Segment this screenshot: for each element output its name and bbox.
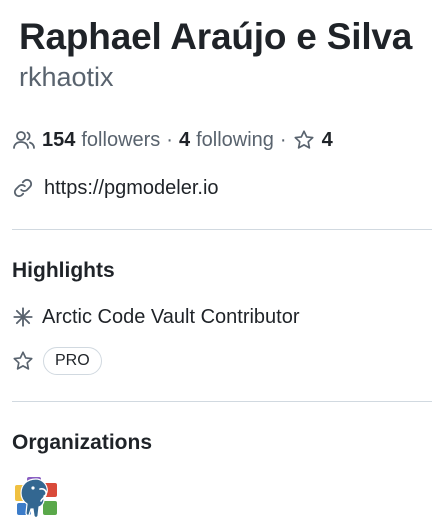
organizations-heading: Organizations	[12, 431, 153, 454]
pro-badge: PRO	[43, 347, 102, 375]
profile-sidebar: Raphael Araújo e Silva rkhaotix 154 foll…	[0, 0, 447, 531]
divider	[12, 229, 432, 230]
website-row: https://pgmodeler.io	[12, 174, 219, 202]
pro-row: PRO	[12, 346, 102, 376]
link-icon	[12, 177, 34, 199]
stars-link[interactable]: 4	[293, 129, 333, 152]
profile-username: rkhaotix	[19, 62, 114, 92]
highlights-heading: Highlights	[12, 259, 115, 282]
follow-stats: 154 followers · 4 following · 4	[12, 126, 333, 154]
arctic-vault-link[interactable]: Arctic Code Vault Contributor	[42, 306, 300, 329]
stars-count: 4	[321, 128, 333, 151]
followers-count: 154	[42, 128, 76, 151]
organization-avatar[interactable]	[13, 473, 59, 519]
followers-label: followers	[81, 128, 161, 151]
star-icon	[293, 129, 315, 151]
divider	[12, 401, 432, 402]
profile-name: Raphael Araújo e Silva	[19, 16, 413, 57]
highlight-item: Arctic Code Vault Contributor	[12, 303, 300, 331]
following-count: 4	[178, 128, 191, 151]
separator-dot: ·	[279, 128, 287, 151]
snowflake-icon	[12, 306, 34, 328]
pgmodeler-elephant-avatar	[15, 477, 57, 519]
following-label: following	[196, 128, 274, 151]
followers-link[interactable]: 154 followers	[42, 129, 160, 152]
star-icon	[12, 350, 34, 372]
separator-dot: ·	[166, 128, 173, 151]
following-link[interactable]: 4 following	[179, 129, 274, 152]
website-link[interactable]: https://pgmodeler.io	[44, 177, 219, 200]
people-icon	[12, 130, 36, 150]
